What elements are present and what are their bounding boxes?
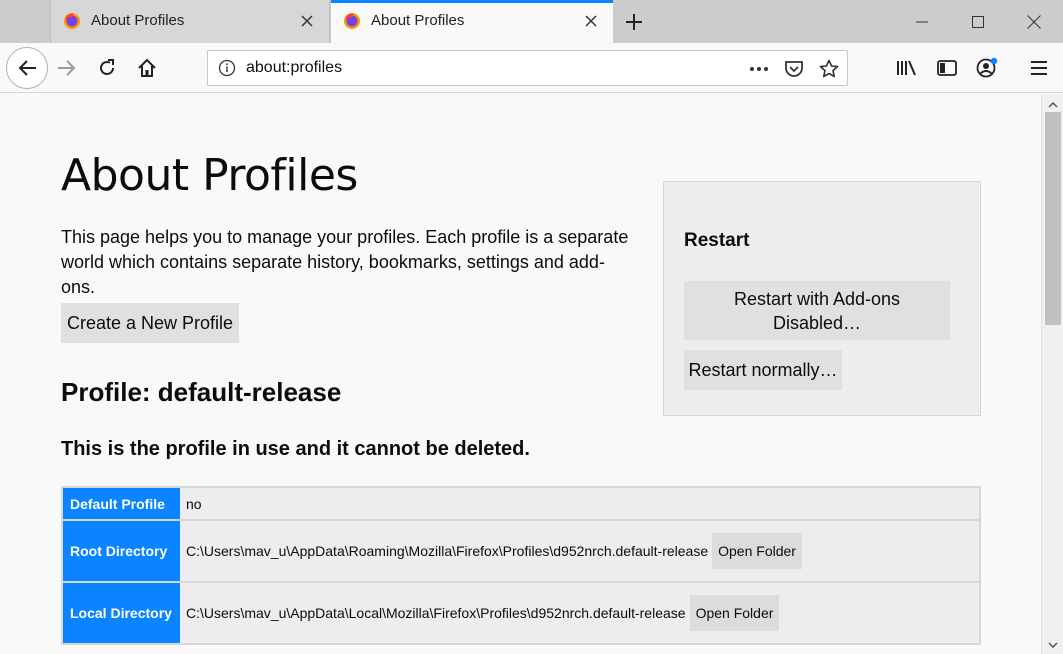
local-directory-path: C:\Users\mav_u\AppData\Local\Mozilla\Fir… [186,605,686,621]
tab-about-profiles-1[interactable]: About Profiles [50,0,330,43]
tab-strip: About Profiles About Profiles [0,0,1063,43]
hamburger-menu-icon [1031,61,1047,75]
row-value-cell: C:\Users\mav_u\AppData\Roaming\Mozilla\F… [180,520,980,583]
profile-heading: Profile: default-release [61,377,342,407]
tab-about-profiles-2[interactable]: About Profiles [331,0,613,43]
arrow-right-icon [58,60,76,76]
vertical-scrollbar[interactable] [1041,94,1063,654]
info-icon[interactable] [218,59,236,77]
row-label: Default Profile [62,487,180,521]
row-value-cell: C:\Users\mav_u\AppData\Local\Mozilla\Fir… [180,582,980,645]
chevron-up-icon [1048,102,1058,108]
open-root-folder-button[interactable]: Open Folder [712,533,802,569]
close-icon[interactable] [581,11,601,31]
library-button[interactable] [890,50,924,86]
forward-button[interactable] [50,50,84,86]
reload-button[interactable] [90,50,124,86]
sidebar-button[interactable] [930,50,964,86]
reload-icon [100,59,114,75]
maximize-icon [972,15,984,28]
scrollbar-thumb[interactable] [1045,112,1061,325]
restart-addons-disabled-button[interactable]: Restart with Add-ons Disabled… [684,281,950,340]
table-row: Default Profile no [62,487,980,521]
restart-panel: Restart Restart with Add-ons Disabled… R… [663,181,981,416]
open-local-folder-button[interactable]: Open Folder [689,595,780,631]
intro-text: This page helps you to manage your profi… [61,227,629,297]
profile-table: Default Profile no Root Directory C:\Use… [61,486,981,645]
row-label: Local Directory [62,582,180,645]
firefox-icon [344,13,360,29]
firefox-icon [64,13,80,29]
minimize-button[interactable] [894,0,950,43]
url-bar[interactable]: about:profiles [207,50,848,86]
page-content: About Profiles This page helps you to ma… [0,94,1041,654]
scroll-up-arrow[interactable] [1042,98,1063,112]
navigation-toolbar: about:profiles [0,43,1063,93]
pocket-button[interactable] [783,58,805,80]
create-new-profile-button[interactable]: Create a New Profile [61,303,239,343]
arrow-left-icon [18,60,36,76]
tab-title: About Profiles [91,12,185,29]
star-icon [819,59,839,78]
account-button[interactable] [970,50,1004,86]
page-title: About Profiles [61,150,358,201]
menu-button[interactable] [1022,50,1056,86]
restart-heading: Restart [684,230,750,251]
tab-title: About Profiles [371,12,465,29]
new-tab-button[interactable] [620,8,648,36]
more-horizontal-icon [750,67,768,71]
chevron-down-icon [1048,642,1058,648]
maximize-button[interactable] [950,0,1006,43]
account-icon [976,57,998,78]
minimize-icon [916,21,928,22]
bookmark-button[interactable] [818,58,840,80]
url-text[interactable]: about:profiles [246,59,342,77]
row-label: Root Directory [62,520,180,583]
row-value: no [180,487,980,521]
restart-normally-button[interactable]: Restart normally… [684,350,842,390]
close-icon[interactable] [297,11,317,31]
scroll-down-arrow[interactable] [1042,638,1063,652]
home-icon [138,58,156,77]
window-close-button[interactable] [1006,0,1062,43]
page-actions-button[interactable] [748,58,770,80]
table-row: Local Directory C:\Users\mav_u\AppData\L… [62,582,980,645]
back-button[interactable] [6,47,48,89]
library-icon [897,60,916,76]
sidebar-icon [937,60,957,76]
root-directory-path: C:\Users\mav_u\AppData\Roaming\Mozilla\F… [186,543,709,559]
home-button[interactable] [130,50,164,86]
pocket-icon [785,61,803,77]
profile-in-use-note: This is the profile in use and it cannot… [61,438,530,460]
close-icon [1027,14,1041,29]
plus-icon [626,14,642,30]
table-row: Root Directory C:\Users\mav_u\AppData\Ro… [62,520,980,583]
